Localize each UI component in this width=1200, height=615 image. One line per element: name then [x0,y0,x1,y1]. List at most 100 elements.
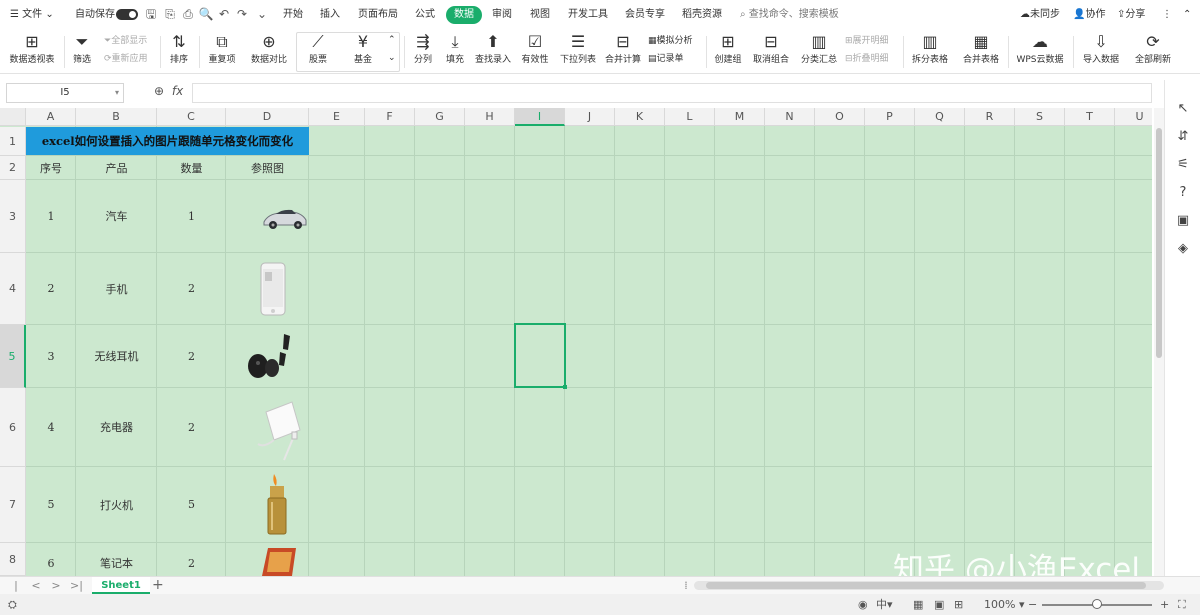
cell-no[interactable]: 1 [26,180,76,252]
fullscreen-icon[interactable]: ⛶ [1178,596,1186,613]
zoom-level[interactable]: 100% ▾ [984,596,1024,613]
header-cell-image[interactable]: 参照图 [226,156,309,179]
command-search[interactable]: ⌕ 查找命令、搜索模板 [740,6,839,24]
column-header[interactable]: L [665,108,715,126]
fx-icon[interactable]: fx [172,84,183,98]
row-header[interactable]: 6 [0,388,26,467]
cell-no[interactable]: 4 [26,388,76,466]
tab-review[interactable]: 审阅 [492,6,512,24]
zoom-icon[interactable]: ⊕ [154,84,164,98]
cell-qty[interactable]: 2 [157,388,226,466]
stock-button[interactable]: ⟋ 股票 [298,30,338,74]
more-menu-icon[interactable]: ⋮ [1162,6,1172,24]
location-icon[interactable]: ◈ [1174,240,1192,258]
cell-no[interactable]: 3 [26,325,76,387]
add-sheet-button[interactable]: + [152,577,164,593]
collab-button[interactable]: 👤协作 [1073,6,1105,24]
lookup-button[interactable]: ⬆ 查找录入 [472,30,514,74]
cell-product[interactable]: 无线耳机 [76,325,157,387]
column-header[interactable]: F [365,108,415,126]
cell-no[interactable]: 5 [26,467,76,542]
cell-product[interactable]: 汽车 [76,180,157,252]
column-header[interactable]: Q [915,108,965,126]
zoom-in-button[interactable]: + [1160,596,1169,613]
group-button[interactable]: ⊞ 创建组 [709,30,747,74]
horizontal-scroll-thumb[interactable] [706,582,1146,589]
row-header[interactable]: 8 [0,543,26,576]
cell-product[interactable]: 充电器 [76,388,157,466]
dropdown-list-button[interactable]: ☰ 下拉列表 [557,30,599,74]
help-icon[interactable]: ? [1174,184,1192,202]
cell-product[interactable]: 手机 [76,253,157,324]
sync-status[interactable]: ☁未同步 [1020,6,1060,24]
formula-input[interactable] [192,83,1152,103]
cell-product[interactable]: 笔记本 [76,543,157,576]
title-cell[interactable]: excel如何设置插入的图片跟随单元格变化而变化 [26,127,309,155]
merge-table-button[interactable]: ▦ 合并表格 [957,30,1005,74]
vertical-scrollbar[interactable] [1154,108,1164,576]
sheet-tab[interactable]: Sheet1 [92,577,150,594]
input-language[interactable]: 中▾ [876,596,893,613]
column-header[interactable]: P [865,108,915,126]
compare-button[interactable]: ⊕ 数据对比 [245,30,293,74]
save-icon[interactable]: 🖫 [143,6,159,22]
phone-image[interactable] [258,262,288,316]
column-header[interactable]: S [1015,108,1065,126]
macro-icon[interactable]: ⛭ [8,596,17,613]
select-all-corner[interactable] [0,108,26,126]
spreadsheet-grid[interactable]: ABCDEFGHIJKLMNOPQRSTU 12345678 excel如何设置… [0,108,1152,576]
charger-image[interactable] [254,398,304,464]
validation-button[interactable]: ☑ 有效性 [516,30,554,74]
tab-data[interactable]: 数据 [446,6,482,24]
column-header[interactable]: O [815,108,865,126]
laptop-image[interactable] [258,546,298,576]
column-header[interactable]: E [309,108,365,126]
column-header[interactable]: C [157,108,226,126]
lighter-image[interactable] [262,472,292,536]
ungroup-button[interactable]: ⊟ 取消组合 [748,30,794,74]
column-header[interactable]: A [26,108,76,126]
name-box[interactable]: I5 ▾ [6,83,124,103]
collapse-detail-button[interactable]: ⊟折叠明细 [845,51,889,67]
cursor-select-icon[interactable]: ↖ [1174,100,1192,118]
split-column-button[interactable]: ⇶ 分列 [407,30,439,74]
gallery-down-icon[interactable]: ⌄ [388,50,396,66]
split-table-button[interactable]: ▥ 拆分表格 [906,30,954,74]
prev-sheet-icon[interactable]: < [30,578,42,593]
show-all-button[interactable]: ⏷全部显示 [104,33,147,49]
fund-button[interactable]: ¥ 基金 [343,30,383,74]
share-button[interactable]: ⇪分享 [1117,6,1145,24]
header-cell-qty[interactable]: 数量 [157,156,226,179]
filter-button[interactable]: ⏷ 筛选 [66,30,98,74]
record-form-button[interactable]: ▤记录单 [648,51,684,67]
column-header[interactable]: U [1115,108,1152,126]
tab-splitter-icon[interactable]: ⁞ [680,578,692,593]
cell-qty[interactable]: 5 [157,467,226,542]
active-cell-cursor[interactable] [514,323,567,389]
row-header[interactable]: 4 [0,253,26,325]
tab-member[interactable]: 会员专享 [625,6,665,24]
zoom-out-button[interactable]: − [1028,596,1037,613]
redo-icon[interactable]: ↷ [234,6,250,22]
next-sheet-icon[interactable]: > [50,578,62,593]
page-layout-icon[interactable]: ▣ [934,596,944,613]
header-cell-product[interactable]: 产品 [76,156,157,179]
export-icon[interactable]: ⎘ [162,6,178,22]
tab-start[interactable]: 开始 [283,6,303,24]
expand-detail-button[interactable]: ⊞展开明细 [845,33,889,49]
cell-no[interactable]: 6 [26,543,76,576]
row-header[interactable]: 1 [0,127,26,156]
reapply-button[interactable]: ⟳重新应用 [104,51,148,67]
header-cell-no[interactable]: 序号 [26,156,76,179]
import-data-button[interactable]: ⇩ 导入数据 [1076,30,1126,74]
tab-view[interactable]: 视图 [530,6,550,24]
print-icon[interactable]: ⎙ [180,6,196,22]
property-icon[interactable]: ⇵ [1174,128,1192,146]
row-header[interactable]: 5 [0,325,26,388]
tab-developer[interactable]: 开发工具 [568,6,608,24]
column-header[interactable]: M [715,108,765,126]
vertical-scroll-thumb[interactable] [1156,128,1162,358]
row-header[interactable]: 3 [0,180,26,253]
column-header[interactable]: G [415,108,465,126]
tab-insert[interactable]: 插入 [320,6,340,24]
